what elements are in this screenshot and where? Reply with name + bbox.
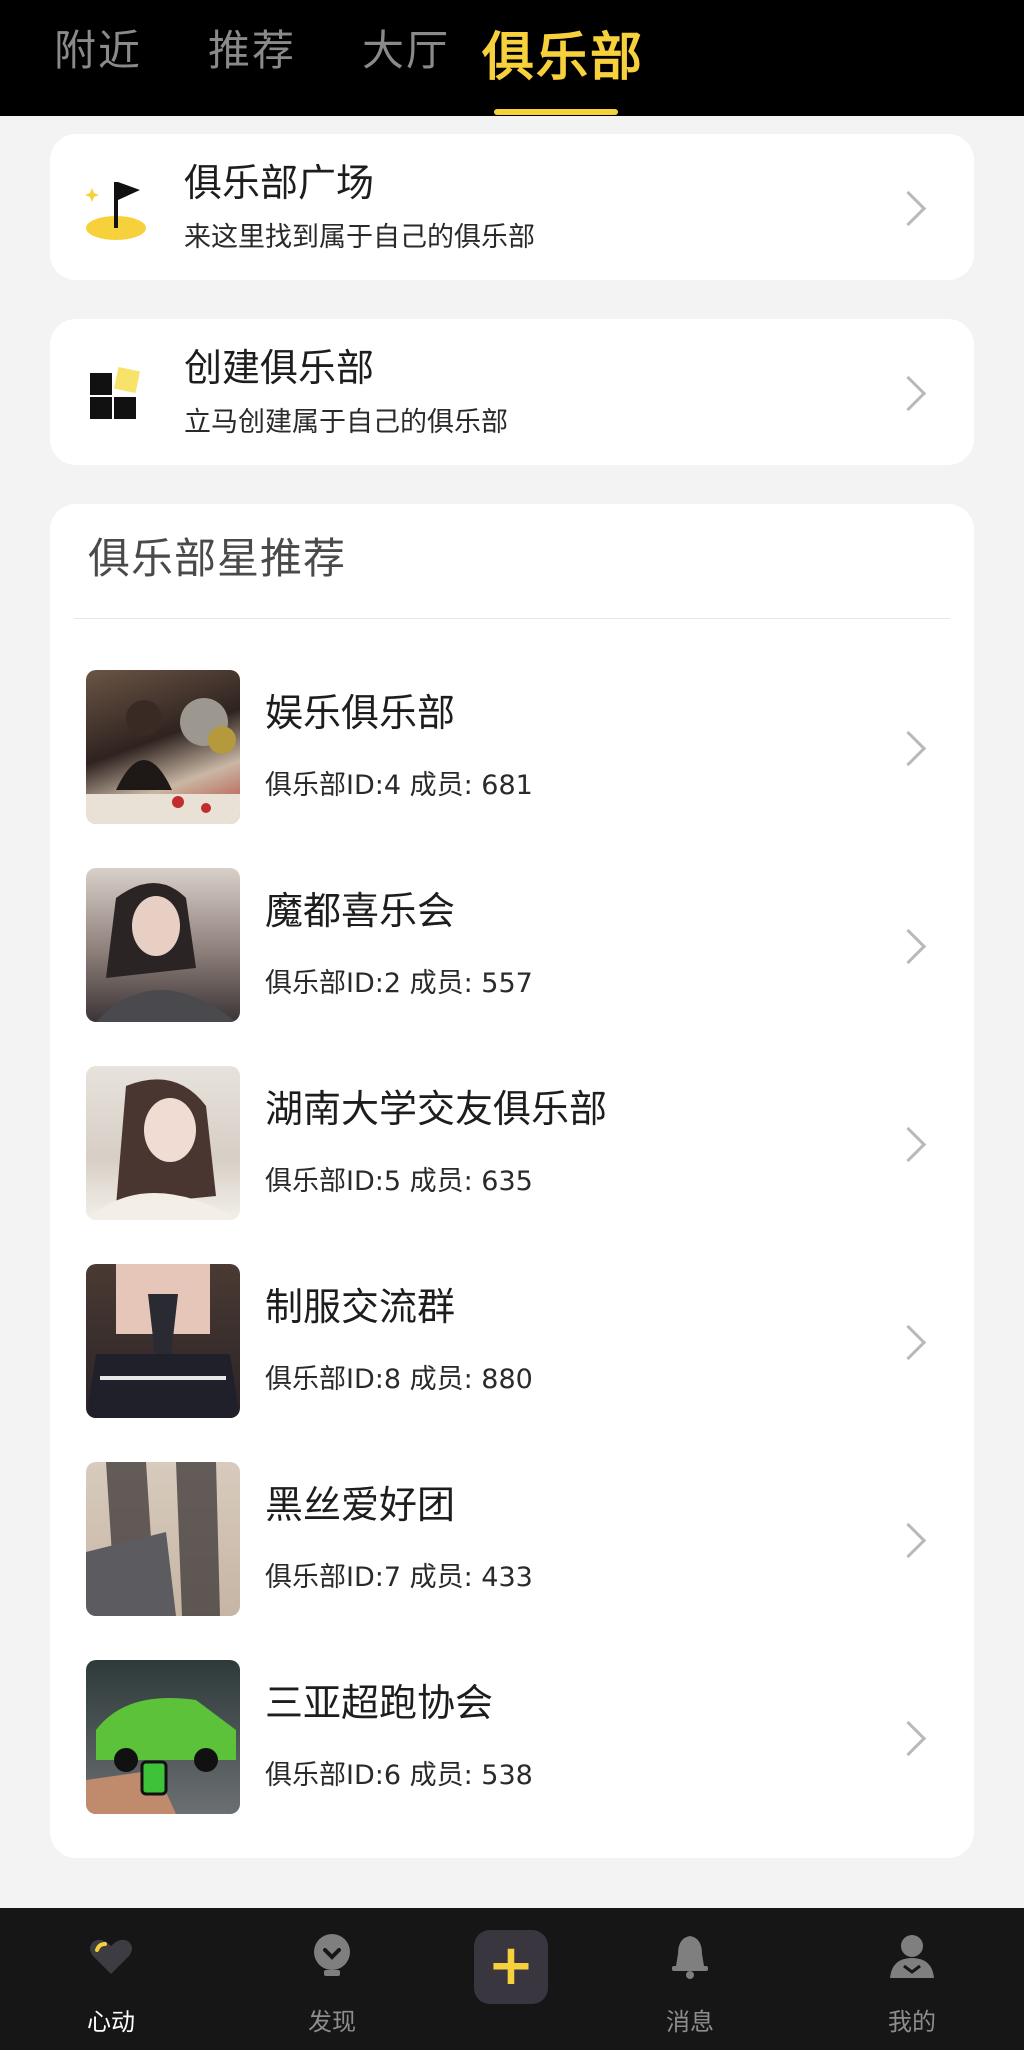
club-meta: 俱乐部ID:7 成员: 433 [265, 1562, 533, 1593]
flag-icon [85, 182, 146, 240]
nav-heart[interactable]: 心动 [36, 1908, 186, 2050]
create-club-subtitle: 立马创建属于自己的俱乐部 [184, 407, 508, 438]
chevron-right-icon [890, 1324, 927, 1361]
club-name: 湖南大学交友俱乐部 [265, 1087, 608, 1131]
bottom-nav-bar: 心动 发现 + 消息 我的 [0, 1908, 1024, 2050]
bell-icon [672, 1936, 708, 1979]
chevron-right-icon [890, 730, 927, 767]
club-list-item[interactable]: 娱乐俱乐部 俱乐部ID:4 成员: 681 [50, 670, 974, 826]
club-meta: 俱乐部ID:2 成员: 557 [265, 968, 533, 999]
club-list-item[interactable]: 制服交流群 俱乐部ID:8 成员: 880 [50, 1264, 974, 1420]
chevron-right-icon [890, 1126, 927, 1163]
blocks-icon [90, 366, 141, 419]
tab-hall[interactable]: 大厅 [362, 30, 450, 72]
club-thumbnail [86, 1264, 240, 1418]
club-list-item[interactable]: 魔都喜乐会 俱乐部ID:2 成员: 557 [50, 868, 974, 1024]
club-meta: 俱乐部ID:6 成员: 538 [265, 1760, 533, 1791]
create-club-card[interactable]: 创建俱乐部 立马创建属于自己的俱乐部 [50, 319, 974, 465]
club-square-card[interactable]: 俱乐部广场 来这里找到属于自己的俱乐部 [50, 134, 974, 280]
create-club-title: 创建俱乐部 [184, 346, 375, 390]
club-name: 三亚超跑协会 [265, 1681, 494, 1725]
club-name: 制服交流群 [265, 1285, 456, 1329]
club-square-subtitle: 来这里找到属于自己的俱乐部 [184, 222, 535, 253]
heart-icon [90, 1939, 132, 1974]
chevron-right-icon [890, 190, 927, 227]
nav-me[interactable]: 我的 [837, 1908, 987, 2050]
tab-recommend[interactable]: 推荐 [208, 30, 296, 72]
nav-label: 发现 [308, 2008, 356, 2036]
club-thumbnail [86, 1066, 240, 1220]
club-meta: 俱乐部ID:4 成员: 681 [265, 770, 533, 801]
recommend-title: 俱乐部星推荐 [88, 534, 347, 583]
club-name: 娱乐俱乐部 [265, 691, 456, 735]
chevron-right-icon [890, 1720, 927, 1757]
plus-button[interactable]: + [474, 1930, 548, 2004]
user-icon [890, 1935, 934, 1978]
club-recommend-card: 俱乐部星推荐 娱乐俱乐部 俱乐部ID:4 成员: 681 魔都喜乐会 俱乐部ID… [50, 504, 974, 1858]
plus-icon: + [487, 1933, 535, 1998]
club-name: 黑丝爱好团 [265, 1483, 456, 1527]
chevron-right-icon [890, 1522, 927, 1559]
nav-discover[interactable]: 发现 [257, 1908, 407, 2050]
club-meta: 俱乐部ID:5 成员: 635 [265, 1166, 533, 1197]
nav-label: 心动 [87, 2008, 135, 2036]
tab-nearby[interactable]: 附近 [54, 30, 142, 72]
tab-club[interactable]: 俱乐部 [482, 32, 644, 84]
club-thumbnail [86, 670, 240, 824]
club-name: 魔都喜乐会 [265, 889, 456, 933]
club-thumbnail [86, 1660, 240, 1814]
club-square-title: 俱乐部广场 [184, 161, 375, 205]
top-tab-bar: 附近 推荐 大厅 俱乐部 [0, 0, 1024, 116]
nav-label: 消息 [666, 2008, 714, 2036]
club-list-item[interactable]: 黑丝爱好团 俱乐部ID:7 成员: 433 [50, 1462, 974, 1618]
club-thumbnail [86, 1462, 240, 1616]
chevron-right-icon [890, 375, 927, 412]
active-tab-indicator [494, 109, 618, 115]
nav-label: 我的 [888, 2008, 936, 2036]
club-list-item[interactable]: 湖南大学交友俱乐部 俱乐部ID:5 成员: 635 [50, 1066, 974, 1222]
club-thumbnail [86, 868, 240, 1022]
club-list-item[interactable]: 三亚超跑协会 俱乐部ID:6 成员: 538 [50, 1660, 974, 1816]
nav-messages[interactable]: 消息 [615, 1908, 765, 2050]
divider [74, 618, 950, 619]
discover-bulb-icon [314, 1934, 350, 1976]
chevron-right-icon [890, 928, 927, 965]
club-meta: 俱乐部ID:8 成员: 880 [265, 1364, 533, 1395]
